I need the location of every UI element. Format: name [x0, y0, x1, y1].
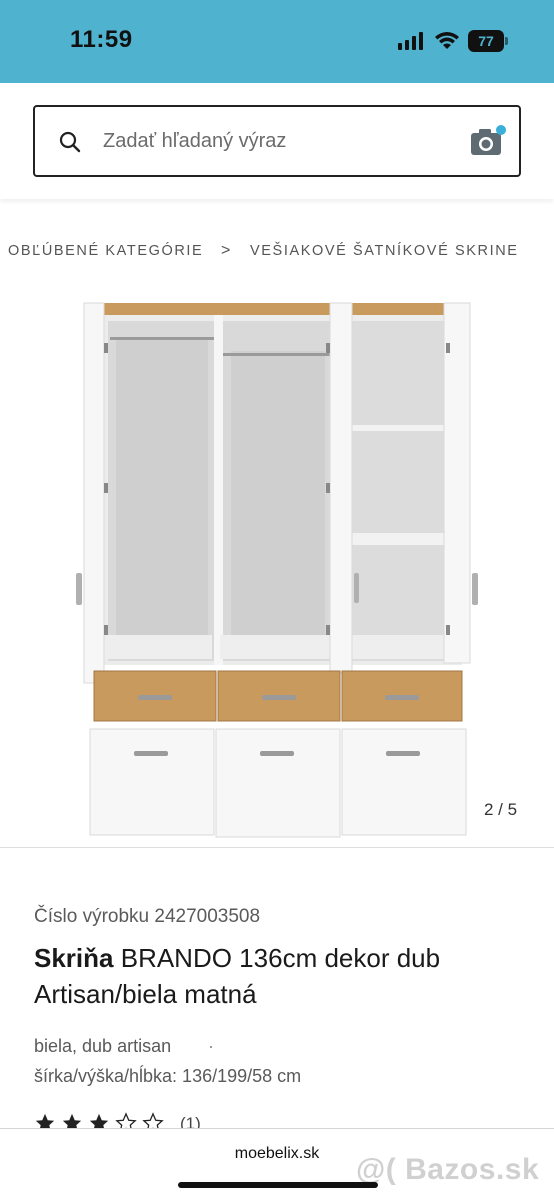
rating-count: (1)	[180, 1114, 201, 1128]
gallery-counter: 2 / 5	[484, 800, 518, 819]
cellular-signal-icon	[398, 32, 423, 50]
star-filled-icon	[89, 1113, 109, 1128]
star-filled-icon	[35, 1113, 55, 1128]
section-divider	[0, 847, 554, 848]
breadcrumb-item-favorite-categories[interactable]: OBĽÚBENÉ KATEGÓRIE	[8, 243, 203, 259]
product-number: Číslo výrobku 2427003508	[34, 906, 261, 927]
product-dimensions: šírka/výška/hĺbka: 136/199/58 cm	[34, 1066, 302, 1086]
breadcrumb: OBĽÚBENÉ KATEGÓRIE > VEŠIAKOVÉ ŠATNÍKOVÉ…	[8, 242, 548, 263]
product-title: Skriňa BRANDO 136cm dekor dub Artisan/bi…	[34, 940, 524, 1012]
camera-icon[interactable]	[469, 125, 509, 159]
product-image-wardrobe[interactable]	[60, 295, 500, 845]
search-input[interactable]	[103, 125, 443, 157]
status-bar: 11:59 77	[0, 0, 554, 83]
star-empty-icon	[115, 1112, 137, 1128]
status-time: 11:59	[70, 26, 133, 53]
battery-percent: 77	[478, 33, 494, 49]
breadcrumb-separator-icon: >	[221, 242, 232, 259]
product-rating[interactable]: (1)	[34, 1112, 224, 1128]
wifi-icon	[435, 32, 459, 49]
product-color-separator: ·	[208, 1036, 214, 1056]
search-box[interactable]	[33, 105, 521, 177]
home-indicator[interactable]	[178, 1182, 378, 1188]
product-title-type: Skriňa	[34, 943, 114, 973]
site-header	[0, 83, 554, 199]
star-filled-icon	[62, 1113, 82, 1128]
star-empty-icon	[142, 1112, 164, 1128]
product-color: biela, dub artisan	[34, 1036, 172, 1056]
battery-icon: 77	[468, 30, 508, 52]
search-icon[interactable]	[59, 131, 81, 153]
watermark-logo: @( Bazos.sk	[356, 1153, 540, 1186]
breadcrumb-item-wardrobes[interactable]: VEŠIAKOVÉ ŠATNÍKOVÉ SKRINE	[250, 243, 519, 259]
browser-url-bar[interactable]: moebelix.sk @( Bazos.sk	[0, 1128, 554, 1200]
